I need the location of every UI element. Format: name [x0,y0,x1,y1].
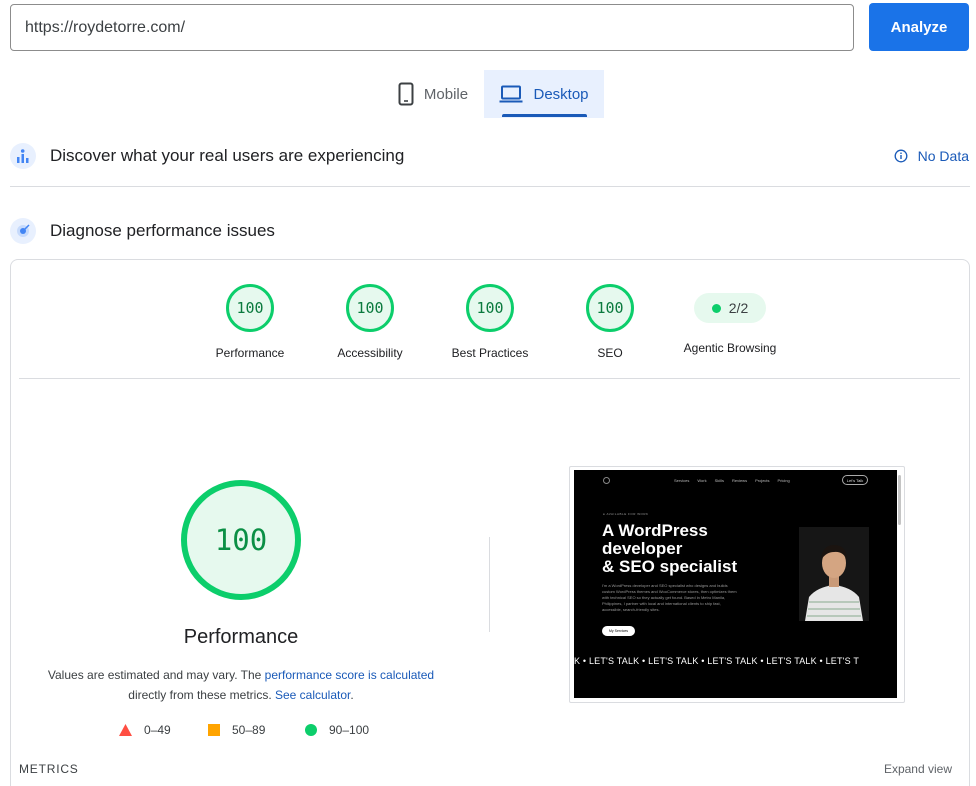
legend-average: 50–89 [208,722,265,738]
score-label: Accessibility [337,346,403,360]
page-screenshot: Services Work Skills Reviews Projects Pr… [574,470,897,698]
performance-big-gauge: 100 [181,480,301,600]
diagnose-title: Diagnose performance issues [50,221,275,240]
site-ticker: K • LET'S TALK • LET'S TALK • LET'S TALK… [574,656,860,666]
analyze-button[interactable]: Analyze [869,3,969,51]
legend-fail: 0–49 [119,722,171,738]
score-label: Best Practices [451,346,529,360]
smartphone-icon [398,82,414,106]
site-eyebrow: ● AVAILABLE FOR WORK [603,512,649,516]
screenshot-scrollbar[interactable] [898,475,901,525]
score-value: 100 [466,284,514,332]
agentic-value: 2/2 [728,300,749,316]
see-calculator-link[interactable]: See calculator [275,688,350,702]
site-logo-icon [603,477,610,484]
legend-range: 90–100 [329,723,370,737]
headline-line: developer [602,539,683,558]
info-icon [894,149,908,163]
legend-pass: 90–100 [305,722,369,738]
site-services-button: My Services [602,626,635,636]
legend-range: 50–89 [232,723,266,737]
site-nav-item: Reviews [731,478,748,483]
tab-mobile[interactable]: Mobile [383,70,483,118]
headline-line: A WordPress [602,521,708,540]
vertical-divider [489,537,490,632]
score-gauge-seo[interactable]: 100 SEO [540,284,680,360]
expand-view-button[interactable]: Expand view [884,762,952,776]
site-headline: A WordPress developer & SEO specialist [602,522,782,576]
site-body-text: I'm a WordPress developer and SEO specia… [602,583,737,612]
site-nav-item: Skills [714,478,724,483]
square-icon [208,724,220,736]
url-input[interactable] [10,4,854,51]
score-note: Values are estimated and may vary. The p… [40,665,442,705]
note-suffix: . [350,688,354,702]
tab-desktop[interactable]: Desktop [484,70,604,118]
no-data-label: No Data [917,148,969,164]
laptop-icon [499,85,523,103]
note-mid: directly from these metrics. [128,688,275,702]
score-gauge-accessibility[interactable]: 100 Accessibility [300,284,440,360]
field-data-title: Discover what your real users are experi… [50,146,405,165]
site-nav-item: Work [697,478,707,483]
headline-line: & SEO specialist [602,557,738,576]
tab-mobile-label: Mobile [423,85,469,103]
users-chart-icon [10,143,36,169]
score-value: 100 [586,284,634,332]
score-gauge-performance[interactable]: 100 Performance [180,284,320,360]
legend-range: 0–49 [144,723,171,737]
score-gauge-agentic-browsing[interactable]: 2/2 Agentic Browsing [660,284,800,355]
score-gauge-best-practices[interactable]: 100 Best Practices [420,284,560,360]
tab-selected-indicator [502,114,587,117]
score-label: Performance [215,346,285,360]
agentic-label: Agentic Browsing [683,341,777,355]
performance-big-label: Performance [183,626,299,648]
lighthouse-icon [10,218,36,244]
metrics-heading: METRICS [19,762,79,776]
triangle-icon [119,724,132,736]
performance-score-link[interactable]: performance score is calculated [265,668,434,682]
score-value: 100 [346,284,394,332]
agentic-pill: 2/2 [694,293,766,323]
field-data-header: Discover what your real users are experi… [10,136,970,176]
note-prefix: Values are estimated and may vary. The [47,668,265,682]
site-nav-item: Projects [755,478,770,483]
site-nav-item: Services [674,478,690,483]
portrait-image [799,527,869,621]
site-nav: Services Work Skills Reviews Projects Pr… [674,478,790,483]
gauges-divider [19,378,960,379]
score-value: 100 [226,284,274,332]
site-nav-item: Pricing [777,478,790,483]
circle-icon [305,724,317,736]
tab-desktop-label: Desktop [533,85,589,103]
section-divider [10,186,970,187]
no-data-indicator[interactable]: No Data [894,148,969,164]
pass-dot-icon [711,303,721,313]
diagnose-header: Diagnose performance issues [10,211,970,251]
score-label: SEO [597,346,623,360]
site-cta: Let's Talk [842,475,868,485]
